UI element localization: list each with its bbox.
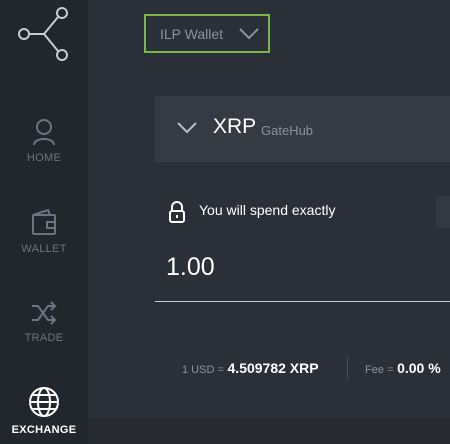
sidebar-item-home[interactable]: HOME	[0, 118, 88, 164]
sidebar-item-trade[interactable]: TRADE	[0, 300, 88, 344]
main-panel: ILP Wallet XRP GateHub You will spend ex…	[88, 0, 450, 444]
amount-input[interactable]	[166, 250, 450, 284]
bottom-strip	[88, 418, 450, 444]
shuffle-icon	[32, 301, 57, 325]
spend-label: You will spend exactly	[199, 202, 336, 218]
logo-icon	[18, 7, 68, 61]
sidebar-item-label: EXCHANGE	[11, 424, 77, 436]
asset-issuer: GateHub	[261, 123, 314, 138]
sidebar-item-wallet[interactable]: WALLET	[0, 209, 88, 255]
amount-underline	[155, 301, 450, 302]
asset-selector[interactable]: XRP GateHub	[155, 96, 450, 162]
sidebar-item-label: WALLET	[21, 243, 67, 255]
divider	[347, 357, 348, 379]
user-icon	[33, 119, 55, 146]
wallet-icon	[32, 209, 56, 235]
asset-code: XRP	[213, 115, 257, 138]
chevron-down-icon	[177, 122, 197, 134]
fee-value: 0.00 %	[397, 360, 441, 376]
wallet-select-value: ILP Wallet	[160, 26, 224, 42]
fee-label: Fee =	[365, 364, 394, 376]
side-panel-edge	[436, 196, 450, 228]
sidebar: HOME WALLET TRADE EXCHANGE	[0, 0, 88, 444]
rate-value: 4.509782 XRP	[227, 360, 319, 376]
sidebar-item-exchange[interactable]: EXCHANGE	[0, 386, 88, 436]
chevron-down-icon	[239, 28, 259, 40]
exchange-rate: 1 USD = 4.509782 XRP	[182, 360, 319, 376]
wallet-select[interactable]: ILP Wallet	[144, 14, 270, 53]
globe-icon	[29, 387, 59, 417]
sidebar-item-label: TRADE	[24, 332, 64, 344]
fee-info: Fee = 0.00 %	[365, 360, 441, 376]
sidebar-item-label: HOME	[26, 152, 62, 164]
rate-base-label: 1 USD =	[182, 364, 224, 376]
lock-icon	[169, 201, 185, 223]
